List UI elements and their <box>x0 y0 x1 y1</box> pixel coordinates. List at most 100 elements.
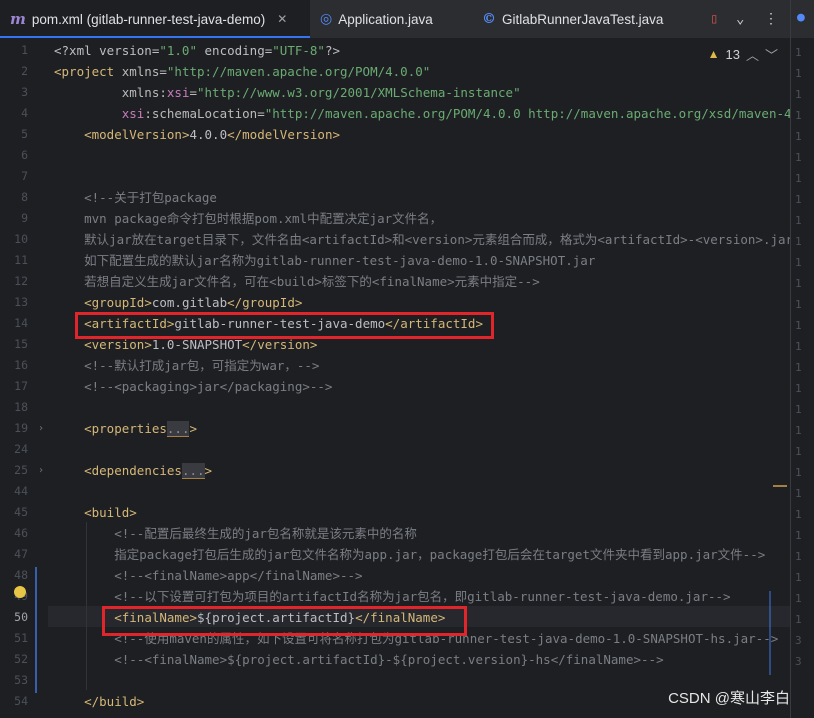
code-line[interactable]: 指定package打包后生成的jar包文件名称为app.jar，package打… <box>54 544 765 565</box>
code-line[interactable]: <!--<finalName>${project.artifactId}-${p… <box>54 649 664 670</box>
side-line-number: 3 <box>795 655 802 668</box>
line-number: 17 <box>14 379 28 393</box>
line-number: 3 <box>21 85 28 99</box>
line-number: 14 <box>14 316 28 330</box>
code-token: xsi <box>166 85 190 100</box>
line-number: 51 <box>14 631 28 645</box>
lightbulb-icon[interactable] <box>14 586 26 598</box>
chevron-down-icon[interactable]: ⌄ <box>736 0 744 38</box>
code-line[interactable]: <?xml version="1.0" encoding="UTF-8"?> <box>54 40 340 61</box>
code-token: ... <box>181 463 205 479</box>
code-line[interactable]: <project xmlns="http://maven.apache.org/… <box>54 61 430 82</box>
side-line-number: 1 <box>795 46 802 59</box>
chevron-up-icon[interactable]: ︿ <box>746 45 759 64</box>
inspections-widget[interactable]: ▲ 13 ︿ ﹀ <box>708 45 778 63</box>
code-token: ... <box>166 421 190 437</box>
more-tabs-icon[interactable]: ▯ <box>710 0 718 38</box>
code-token: <!--<packaging>jar</packaging>--> <box>84 379 333 394</box>
code-line[interactable]: <build> <box>54 502 137 523</box>
code-token: <modelVersion> <box>84 127 190 142</box>
line-number: 8 <box>21 190 28 204</box>
code-line[interactable]: <dependencies...> <box>54 460 212 481</box>
code-line[interactable]: <!--配置后最终生成的jar包名称就是该元素中的名称 <box>54 523 417 544</box>
run-icon[interactable]: ● <box>797 10 805 25</box>
code-line[interactable]: <properties...> <box>54 418 197 439</box>
code-token: </build> <box>84 694 145 709</box>
side-line-number: 1 <box>795 130 802 143</box>
tab-gitlabrunnerjavatest-java[interactable]: © GitlabRunnerJavaTest.java <box>482 0 663 38</box>
code-token: "http://maven.apache.org/POM/4.0.0 http:… <box>264 106 790 121</box>
code-line[interactable]: xsi:schemaLocation="http://maven.apache.… <box>54 103 790 124</box>
line-number-gutter: 1 2 3 4 5 6 7 8 9 10 11 12 13 14 15 16 17 18 19 › 24 25 › 44 45 4… <box>0 39 48 718</box>
tab-pom-xml[interactable]: m pom.xml (gitlab-runner-test-java-demo)… <box>0 0 310 38</box>
code-line[interactable]: xmlns:xsi="http://www.w3.org/2001/XMLSch… <box>54 82 521 103</box>
side-line-number: 1 <box>795 319 802 332</box>
close-icon[interactable]: ✕ <box>277 12 287 26</box>
side-line-number: 1 <box>795 193 802 206</box>
code-token: <build> <box>84 505 137 520</box>
code-line[interactable]: 若想自定义生成jar文件名，可在<build>标签下的<finalName>元素… <box>54 271 540 292</box>
side-line-number: 1 <box>795 550 802 563</box>
highlight-box-artifactid <box>75 312 494 339</box>
code-token: > <box>204 463 213 478</box>
side-line-number: 1 <box>795 424 802 437</box>
code-line[interactable]: <modelVersion>4.0.0</modelVersion> <box>54 124 340 145</box>
maven-file-icon: m <box>10 10 26 28</box>
line-number: 16 <box>14 358 28 372</box>
code-token: </version> <box>242 337 318 352</box>
code-token: 指定package打包后生成的jar包文件名称为app.jar，package打… <box>114 547 766 562</box>
side-line-number: 1 <box>795 382 802 395</box>
code-line[interactable]: <!--以下设置可打包为项目的artifactId名称为jar包名，即gitla… <box>54 586 730 607</box>
code-token: encoding= <box>197 43 273 58</box>
line-number: 5 <box>21 127 28 141</box>
vertical-scrollbar[interactable] <box>769 591 771 675</box>
side-line-number: 1 <box>795 235 802 248</box>
code-line[interactable]: 如下配置生成的默认jar名称为gitlab-runner-test-java-d… <box>54 250 595 271</box>
code-token: </groupId> <box>227 295 303 310</box>
line-number: 13 <box>14 295 28 309</box>
code-line[interactable]: </build> <box>54 691 144 712</box>
java-class-icon: ◎ <box>320 11 333 27</box>
editor-tab-bar: m pom.xml (gitlab-runner-test-java-demo)… <box>0 0 790 39</box>
code-token: <!--<finalName>${project.artifactId}-${p… <box>114 652 664 667</box>
warning-icon: ▲ <box>707 47 720 61</box>
line-number: 45 <box>14 505 28 519</box>
code-token: = <box>189 85 197 100</box>
right-split-panel: ● 1 1 1 1 1 1 1 1 1 1 1 1 1 1 1 1 1 1 1 1 1 1 1 1 1 1 1 1 3 3 <box>790 0 814 718</box>
code-line[interactable]: 默认jar放在target目录下，文件名由<artifactId>和<versi… <box>54 229 790 250</box>
code-token: "http://maven.apache.org/POM/4.0.0" <box>166 64 431 79</box>
code-token: <properties <box>84 421 167 436</box>
code-editor[interactable]: <?xml version="1.0" encoding="UTF-8"?> <p… <box>48 39 790 718</box>
code-line[interactable]: <!--默认打成jar包，可指定为war，--> <box>54 355 319 376</box>
line-number: 52 <box>14 652 28 666</box>
code-line[interactable]: <!--<finalName>app</finalName>--> <box>54 565 362 586</box>
fold-expand-icon[interactable]: › <box>38 460 44 481</box>
fold-expand-icon[interactable]: › <box>38 418 44 439</box>
tab-label: GitlabRunnerJavaTest.java <box>502 11 664 27</box>
code-token: </modelVersion> <box>227 127 340 142</box>
highlight-box-finalname <box>102 606 467 636</box>
code-line[interactable]: <!--关于打包package <box>54 187 217 208</box>
code-line[interactable]: <!--<packaging>jar</packaging>--> <box>54 376 332 397</box>
side-line-number: 1 <box>795 88 802 101</box>
code-line[interactable]: mvn package命令打包时根据pom.xml中配置决定jar文件名， <box>54 208 442 229</box>
side-line-number: 1 <box>795 361 802 374</box>
code-line[interactable]: <groupId>com.gitlab</groupId> <box>54 292 302 313</box>
line-number: 48 <box>14 568 28 582</box>
tab-application-java[interactable]: ◎ Application.java <box>320 0 433 38</box>
line-number: 9 <box>21 211 28 225</box>
line-number: 47 <box>14 547 28 561</box>
vcs-change-marker <box>35 567 37 693</box>
code-token: "UTF-8" <box>272 43 325 58</box>
chevron-down-icon[interactable]: ﹀ <box>765 45 778 64</box>
code-token: "1.0" <box>159 43 197 58</box>
side-line-number: 1 <box>795 67 802 80</box>
side-line-number: 1 <box>795 592 802 605</box>
more-options-icon[interactable]: ⋮ <box>764 0 778 38</box>
